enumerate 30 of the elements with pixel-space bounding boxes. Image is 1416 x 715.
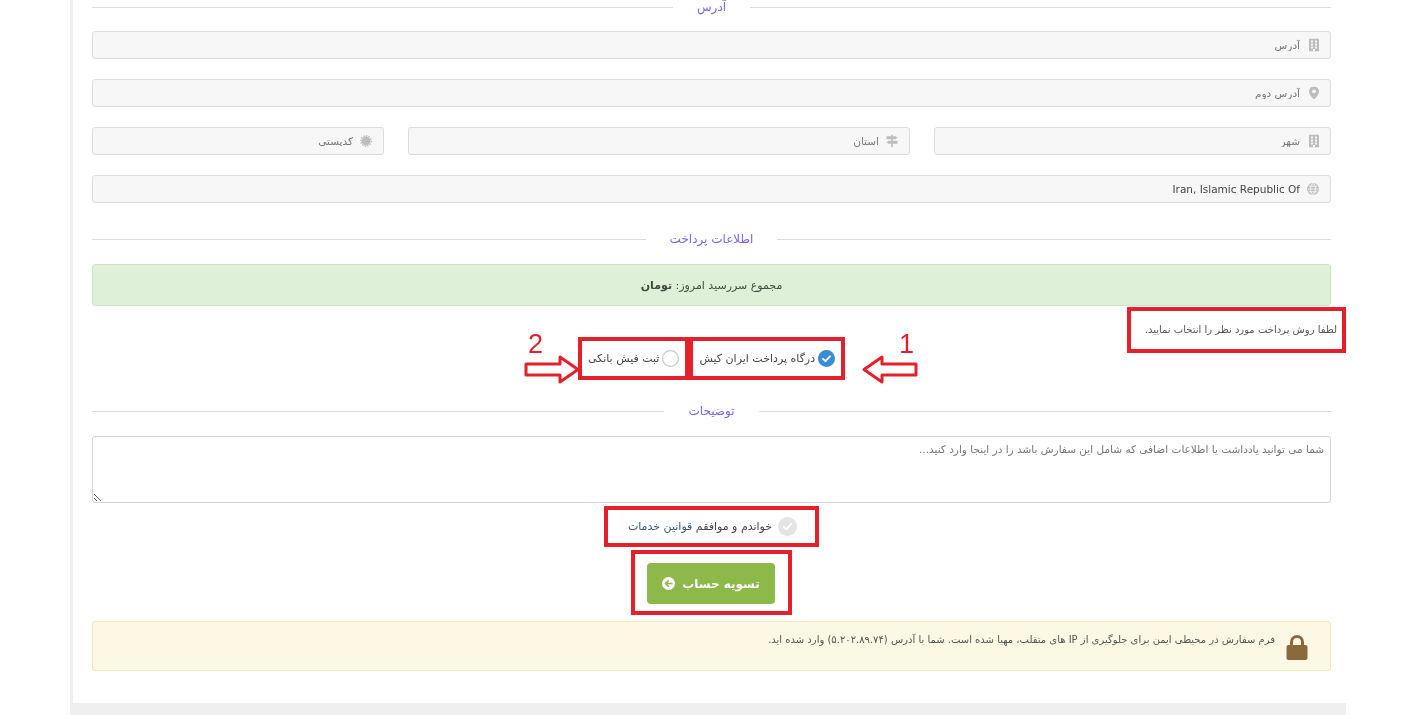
payment-option-label[interactable]: درگاه پرداخت ایران کیش [699, 350, 816, 367]
building-icon [1309, 134, 1319, 148]
radio-button[interactable] [662, 350, 680, 367]
payment-option-label[interactable]: ثبت فیش بانکی [587, 350, 660, 367]
address-field[interactable]: آدرس دوم [92, 79, 1331, 107]
building-icon [1309, 38, 1319, 52]
map-pin-icon [1309, 86, 1319, 100]
province-field[interactable]: استان [408, 127, 910, 155]
notes-field[interactable]: شما می توانید یادداشت یا اطلاعات اضافی که شامل این سفارش باشد را در اینجا وارد کنید... [92, 436, 1331, 503]
country-field[interactable]: Iran, Islamic Republic Of [92, 175, 1331, 203]
section-title: آدرس [695, 0, 728, 14]
terms-link[interactable]: قوانین خدمات [627, 520, 693, 533]
payment-hint: لطفا روش پرداخت مورد نظر را انتخاب نمایید. [1144, 323, 1337, 337]
arrow-circle-icon [662, 577, 676, 590]
starburst-icon [360, 135, 372, 147]
checkbox[interactable] [778, 517, 798, 536]
total-due-text: مجموع سررسید امروز: تومان [640, 277, 783, 293]
section-title: توضیحات [687, 404, 736, 418]
address-field[interactable]: آدرس [92, 31, 1331, 59]
callout-number: 1 [898, 333, 916, 355]
postcode-field[interactable]: کدپستی [92, 127, 384, 155]
security-notice-text: فرم سفارش در محیطی ایمن برای جلوگیری از IP های متقلب، مهیا شده است. شما با آدرس (۵.۲۰۲.۸۹.۷۴) وارد شده اید. [768, 633, 1275, 647]
terms-label: خواندم و موافقم قوانین خدمات [627, 519, 773, 535]
signpost-icon [886, 134, 898, 148]
callout-number: 2 [526, 333, 544, 355]
lock-icon [1285, 634, 1309, 660]
globe-icon [1307, 183, 1319, 195]
city-field[interactable]: شهر [934, 127, 1331, 155]
section-title: اطلاعات پرداخت [668, 232, 755, 246]
radio-button[interactable] [818, 350, 836, 367]
